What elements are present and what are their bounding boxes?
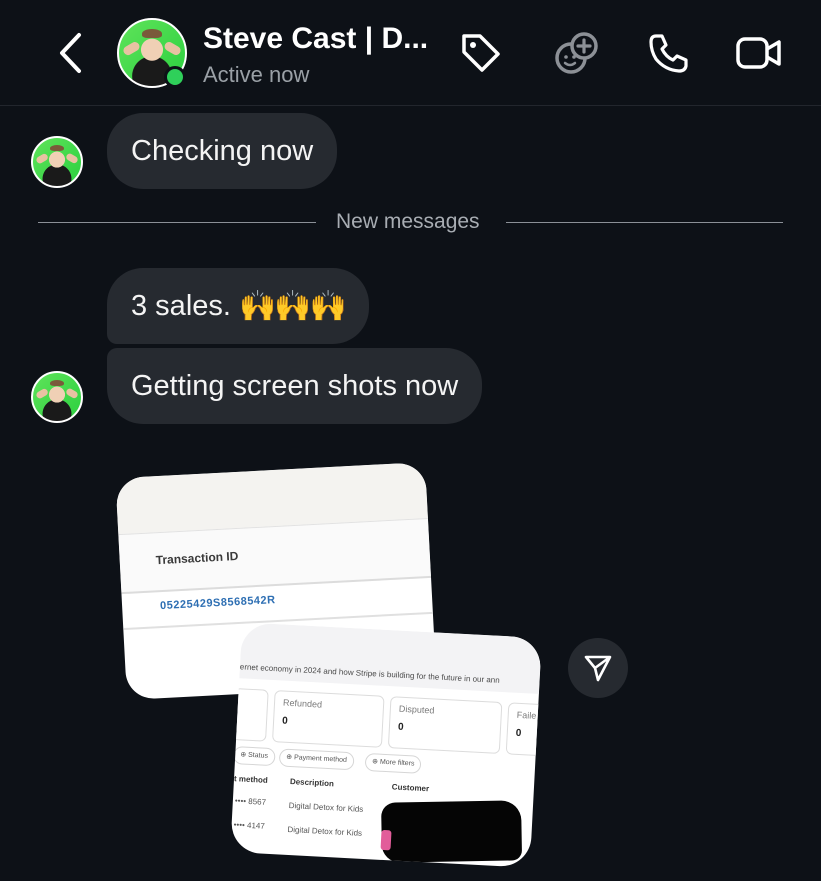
phone-icon — [649, 34, 688, 73]
stat-value: 0 — [397, 721, 404, 733]
tag-button[interactable] — [456, 28, 506, 78]
divider-line-right — [506, 222, 783, 223]
online-status-dot — [164, 66, 186, 88]
column-header: Customer — [391, 782, 430, 794]
avatar-arm-right — [64, 152, 79, 165]
filter-label: Status — [247, 751, 269, 760]
avatar-arm-left — [35, 387, 50, 400]
stat-card-refunded: Refunded 0 — [271, 690, 385, 748]
screenshot-image-payments[interactable]: ernet economy in 2024 and how Stripe is … — [230, 622, 542, 868]
raising-hands-emoji: 🙌🙌🙌 — [238, 288, 347, 324]
message-bubble[interactable]: Checking now — [107, 113, 338, 189]
sticker-add-icon — [555, 32, 598, 74]
stat-label: Faile — [516, 709, 537, 721]
avatar-arm-right — [162, 40, 183, 57]
stat-label: Refunded — [282, 697, 323, 710]
redaction-edge — [380, 829, 392, 851]
redacted-customer-area — [381, 800, 523, 863]
avatar-arm-left — [121, 40, 142, 57]
stat-label: Disputed — [398, 703, 435, 716]
avatar-arm-left — [35, 152, 50, 165]
message-text: Getting screen shots now — [131, 369, 459, 402]
message-text: Checking now — [131, 134, 314, 167]
video-call-button[interactable] — [734, 28, 784, 78]
new-messages-divider: New messages — [336, 210, 480, 233]
transaction-id-value: 05225429S8568542R — [159, 594, 276, 613]
message-avatar[interactable] — [31, 371, 83, 423]
stat-value: 0 — [515, 727, 522, 740]
row-description: Digital Detox for Kids — [288, 800, 364, 814]
stat-card-failed: Faile 0 — [505, 702, 542, 758]
avatar-arm-right — [64, 387, 79, 400]
card-last4: •••• 4147 — [233, 820, 266, 831]
row-description: Digital Detox for Kids — [287, 824, 363, 838]
card-last4: •••• 8567 — [234, 796, 267, 807]
video-camera-icon — [736, 37, 781, 69]
message-bubble[interactable]: 3 sales. 🙌🙌🙌 — [107, 268, 370, 344]
voice-call-button[interactable] — [644, 28, 694, 78]
filter-more: ⊕ More filters — [364, 752, 422, 774]
message-text: 3 sales. — [131, 289, 231, 322]
stat-value: 0 — [281, 715, 288, 727]
column-header: Description — [289, 777, 335, 789]
back-button[interactable] — [48, 28, 92, 78]
sticker-add-button[interactable] — [552, 28, 602, 78]
filter-label: Payment method — [293, 754, 348, 764]
filter-status: ⊕ Status — [232, 746, 276, 767]
stat-card-partial — [232, 688, 269, 742]
tag-icon — [462, 34, 500, 72]
avatar-hair — [49, 144, 65, 152]
message-bubble[interactable]: Getting screen shots now — [107, 348, 483, 424]
send-icon — [584, 655, 612, 682]
contact-name[interactable]: Steve Cast | D... — [203, 22, 428, 56]
column-header: t method — [233, 774, 269, 785]
avatar-hair — [142, 29, 162, 39]
divider-line-left — [38, 222, 316, 223]
chat-header: Steve Cast | D... Active now — [0, 0, 821, 106]
active-status: Active now — [203, 62, 310, 87]
filter-label: More filters — [379, 758, 415, 768]
avatar-hair — [49, 379, 65, 387]
message-avatar[interactable] — [31, 136, 83, 188]
filter-payment-method: ⊕ Payment method — [278, 748, 355, 771]
back-chevron-icon — [60, 33, 81, 73]
stat-card-disputed: Disputed 0 — [387, 696, 503, 754]
share-button[interactable] — [568, 638, 628, 698]
